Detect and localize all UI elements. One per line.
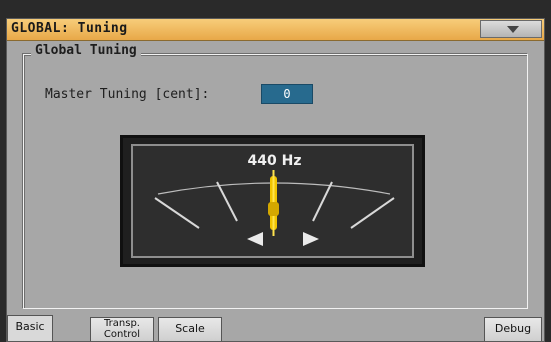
meter-tick [154, 197, 200, 229]
page-title: GLOBAL: Tuning [11, 21, 128, 36]
tab-scale[interactable]: Scale [158, 317, 222, 341]
tab-transp-label-2: Control [103, 329, 141, 340]
tab-basic[interactable]: Basic [7, 315, 53, 341]
tab-debug[interactable]: Debug [484, 317, 542, 341]
title-bar: GLOBAL: Tuning [7, 19, 544, 41]
arrow-right-icon [303, 232, 319, 246]
tab-transp-label-1: Transp. [104, 318, 140, 329]
page-menu-button[interactable] [480, 20, 542, 38]
global-tuning-window: GLOBAL: Tuning Global Tuning Master Tuni… [6, 18, 545, 342]
master-tuning-label: Master Tuning [cent]: [45, 87, 210, 102]
chevron-down-icon [507, 26, 519, 33]
meter-tick [312, 181, 333, 222]
master-tuning-value[interactable]: 0 [261, 84, 313, 104]
tuning-meter: 440 Hz [120, 135, 425, 267]
meter-tick [216, 181, 238, 222]
tab-scale-label: Scale [175, 322, 205, 335]
meter-tick [350, 197, 395, 229]
tab-debug-label: Debug [494, 322, 532, 335]
tab-basic-label: Basic [15, 320, 45, 333]
tab-bar: Basic Transp. Control Scale Debug [7, 315, 544, 341]
tuning-needle [268, 170, 279, 236]
meter-scale [154, 170, 395, 246]
tab-transp-control[interactable]: Transp. Control [90, 317, 154, 341]
panel-legend: Global Tuning [31, 43, 141, 58]
meter-face: 440 Hz [131, 144, 414, 258]
arrow-left-icon [247, 232, 263, 246]
